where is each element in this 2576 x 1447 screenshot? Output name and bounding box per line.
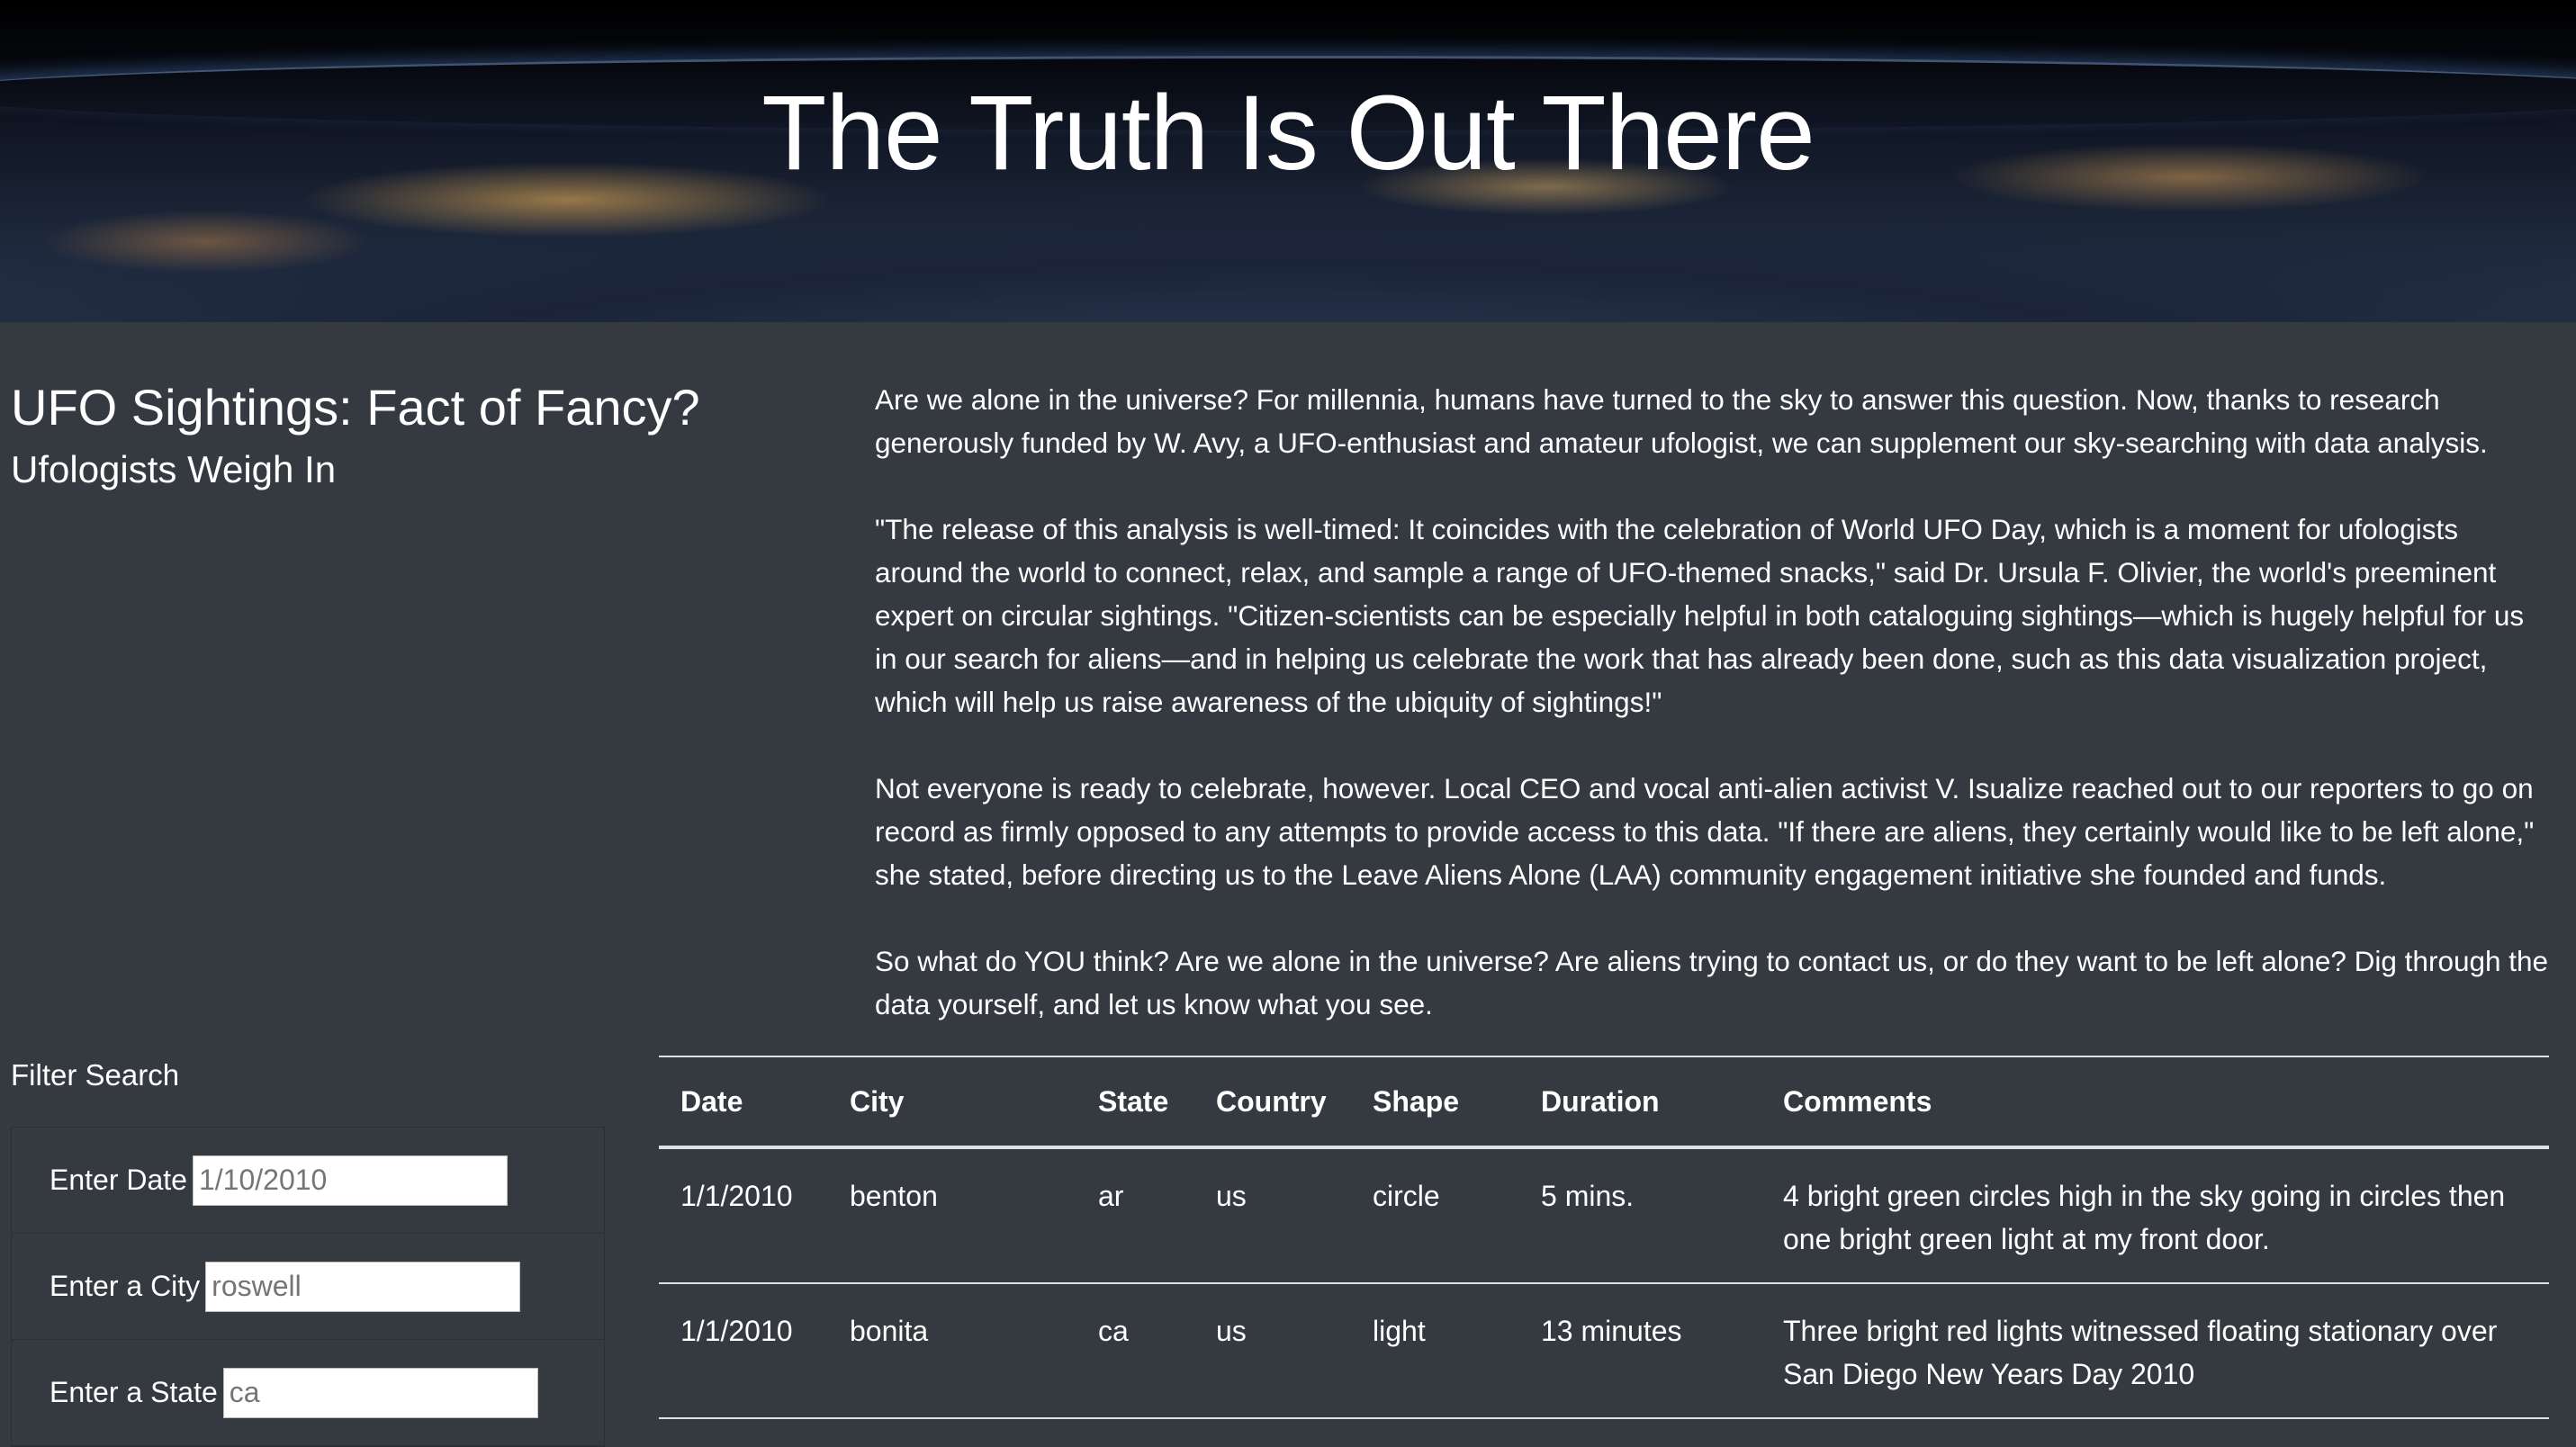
table-row: 1/1/2010 benton ar us circle 5 mins. 4 b… — [659, 1147, 2549, 1284]
article-paragraph: Not everyone is ready to celebrate, howe… — [875, 772, 2535, 891]
sightings-table-container: Date City State Country Shape Duration C… — [659, 1056, 2549, 1419]
article-body: Are we alone in the universe? For millen… — [875, 378, 2551, 1069]
column-header-country: Country — [1194, 1056, 1351, 1149]
cell-country: us — [1194, 1283, 1351, 1419]
sightings-table: Date City State Country Shape Duration C… — [659, 1056, 2549, 1419]
cell-country: us — [1194, 1147, 1351, 1284]
column-header-state: State — [1076, 1056, 1194, 1149]
column-header-duration: Duration — [1519, 1056, 1761, 1149]
date-filter-input[interactable] — [192, 1155, 508, 1206]
column-header-city: City — [828, 1056, 1076, 1149]
city-filter-label: Enter a City — [50, 1270, 201, 1302]
cell-duration: 13 minutes — [1519, 1283, 1761, 1419]
filter-item-city: Enter a City — [12, 1234, 604, 1340]
state-filter-label: Enter a State — [50, 1376, 218, 1408]
cell-date: 1/1/2010 — [659, 1147, 828, 1284]
state-filter-input[interactable] — [222, 1367, 538, 1418]
filter-item-state: Enter a State — [12, 1340, 604, 1446]
table-row: 1/1/2010 bonita ca us light 13 minutes T… — [659, 1283, 2549, 1419]
cell-shape: circle — [1351, 1147, 1519, 1284]
cell-date: 1/1/2010 — [659, 1283, 828, 1419]
cell-comments: Three bright red lights witnessed floati… — [1761, 1283, 2549, 1419]
article-paragraph: Are we alone in the universe? For millen… — [875, 383, 2488, 459]
column-header-comments: Comments — [1761, 1056, 2549, 1149]
cell-duration: 5 mins. — [1519, 1147, 1761, 1284]
filter-search-title: Filter Search — [11, 1058, 180, 1092]
hero-banner: The Truth Is Out There — [0, 0, 2576, 322]
column-header-date: Date — [659, 1056, 828, 1149]
hero-title: The Truth Is Out There — [761, 74, 1815, 193]
cell-city: benton — [828, 1147, 1076, 1284]
cell-state: ar — [1076, 1147, 1194, 1284]
cell-comments: 4 bright green circles high in the sky g… — [1761, 1147, 2549, 1284]
filter-list: Enter Date Enter a City Enter a State — [11, 1127, 605, 1447]
date-filter-label: Enter Date — [50, 1164, 187, 1196]
table-header-row: Date City State Country Shape Duration C… — [659, 1056, 2549, 1149]
cell-city: bonita — [828, 1283, 1076, 1419]
column-header-shape: Shape — [1351, 1056, 1519, 1149]
cell-state: ca — [1076, 1283, 1194, 1419]
article-paragraph: So what do YOU think? Are we alone in th… — [875, 945, 2549, 1020]
filter-item-date: Enter Date — [12, 1128, 604, 1234]
article-paragraph: "The release of this analysis is well-ti… — [875, 513, 2525, 718]
page-subheadline: Ufologists Weigh In — [11, 448, 337, 490]
cell-shape: light — [1351, 1283, 1519, 1419]
page-headline: UFO Sightings: Fact of Fancy? — [11, 379, 700, 436]
city-filter-input[interactable] — [205, 1261, 521, 1312]
